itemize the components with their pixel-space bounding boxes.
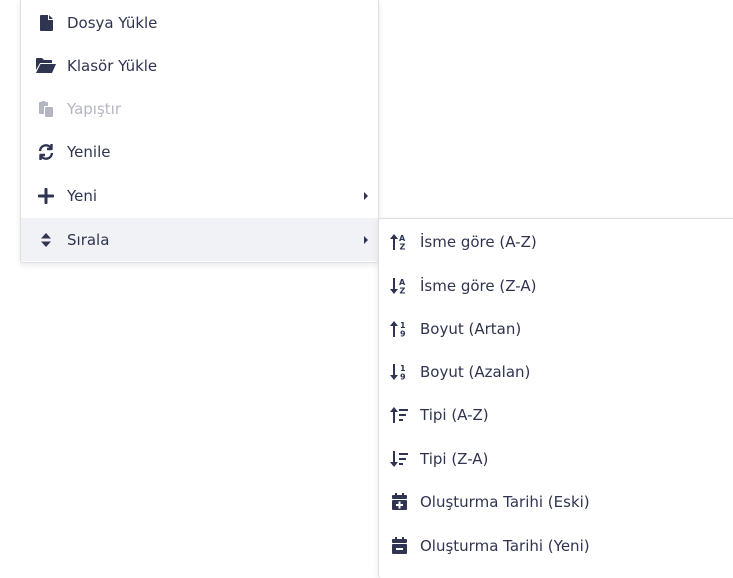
svg-text:9: 9	[400, 329, 406, 337]
calendar-plus-icon	[389, 492, 409, 512]
paste-icon	[36, 99, 56, 119]
svg-text:Z: Z	[400, 242, 406, 250]
sort-alpha-desc-icon: AZ	[389, 276, 409, 296]
sort-numeric-asc-icon: 19	[389, 319, 409, 339]
menu-item-label: Dosya Yükle	[67, 13, 158, 32]
folder-open-icon	[36, 56, 56, 76]
menu-item-new[interactable]: Yeni	[21, 174, 378, 217]
sort-size-asc[interactable]: 19 Boyut (Artan)	[379, 307, 733, 350]
file-icon	[36, 13, 56, 33]
menu-item-label: Yeni	[67, 186, 98, 205]
refresh-icon	[36, 142, 56, 162]
submenu-item-label: Oluşturma Tarihi (Yeni)	[420, 536, 590, 555]
menu-item-label: Yapıştır	[67, 99, 122, 118]
svg-text:Z: Z	[400, 286, 406, 294]
sort-name-desc[interactable]: AZ İsme göre (Z-A)	[379, 264, 733, 307]
submenu-item-label: Tipi (Z-A)	[420, 449, 489, 468]
sort-amount-desc-icon	[389, 449, 409, 469]
svg-text:9: 9	[400, 372, 406, 380]
sort-type-desc[interactable]: Tipi (Z-A)	[379, 437, 733, 480]
calendar-minus-icon	[389, 536, 409, 556]
sort-created-newest[interactable]: Oluşturma Tarihi (Yeni)	[379, 524, 733, 567]
sort-submenu: AZ İsme göre (A-Z) AZ İsme göre (Z-A) 19…	[378, 218, 733, 578]
context-menu: Dosya Yükle Klasör Yükle Yapıştır Yenile…	[20, 0, 379, 263]
chevron-right-icon	[364, 235, 368, 244]
menu-item-label: Sırala	[67, 230, 110, 249]
menu-item-sort[interactable]: Sırala	[21, 218, 378, 261]
submenu-item-label: İsme göre (A-Z)	[420, 232, 537, 251]
sort-name-asc[interactable]: AZ İsme göre (A-Z)	[379, 220, 733, 263]
menu-item-paste[interactable]: Yapıştır	[21, 87, 378, 130]
sort-alpha-asc-icon: AZ	[389, 232, 409, 252]
menu-item-upload-file[interactable]: Dosya Yükle	[21, 1, 378, 44]
sort-amount-asc-icon	[389, 405, 409, 425]
sort-type-asc[interactable]: Tipi (A-Z)	[379, 393, 733, 436]
submenu-item-label: Oluşturma Tarihi (Eski)	[420, 492, 590, 511]
sort-icon	[36, 230, 56, 250]
sort-created-oldest[interactable]: Oluşturma Tarihi (Eski)	[379, 480, 733, 523]
menu-item-label: Klasör Yükle	[67, 56, 158, 75]
submenu-item-label: Tipi (A-Z)	[420, 405, 489, 424]
menu-item-upload-folder[interactable]: Klasör Yükle	[21, 44, 378, 87]
sort-numeric-desc-icon: 19	[389, 362, 409, 382]
submenu-item-label: Boyut (Artan)	[420, 319, 522, 338]
chevron-right-icon	[364, 191, 368, 200]
plus-icon	[36, 186, 56, 206]
submenu-item-label: İsme göre (Z-A)	[420, 276, 537, 295]
menu-item-label: Yenile	[67, 142, 111, 161]
sort-size-desc[interactable]: 19 Boyut (Azalan)	[379, 350, 733, 393]
menu-item-refresh[interactable]: Yenile	[21, 130, 378, 173]
submenu-item-label: Boyut (Azalan)	[420, 362, 531, 381]
